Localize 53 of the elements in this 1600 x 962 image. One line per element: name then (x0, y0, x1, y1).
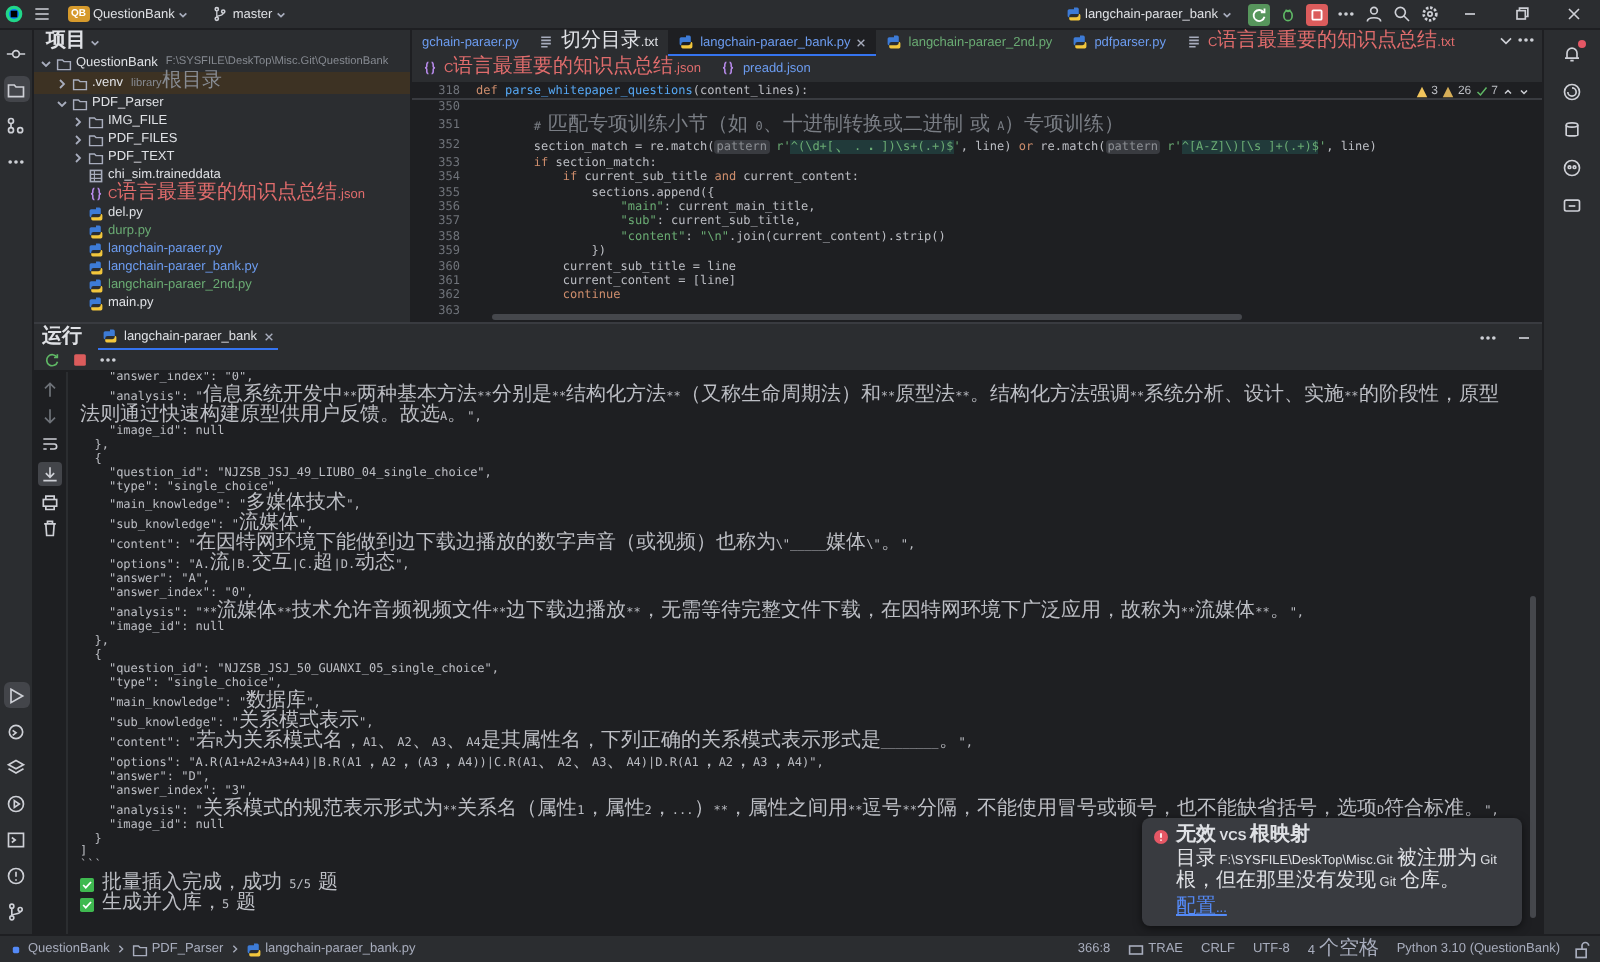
scrollbar-thumb[interactable] (1530, 596, 1536, 918)
stop-button[interactable] (1306, 3, 1328, 25)
checkbox-icon (80, 897, 94, 912)
panel-title[interactable]: 运行 (42, 327, 82, 347)
up-arrow-icon[interactable] (40, 380, 60, 400)
panel-title[interactable]: 项目 (46, 32, 86, 52)
lock-icon[interactable] (1572, 939, 1592, 959)
folder-icon (131, 941, 148, 957)
module-icon (8, 941, 24, 957)
maximize-icon[interactable] (1512, 4, 1532, 24)
chevron-icon (229, 944, 240, 954)
scroll-to-end-button[interactable] (38, 462, 62, 486)
python-file-icon (245, 941, 262, 957)
down-arrow-icon[interactable] (40, 406, 60, 426)
close-icon[interactable] (263, 331, 273, 341)
check-icon[interactable] (1475, 85, 1488, 98)
stop-icon[interactable] (70, 350, 90, 370)
checkbox-icon (80, 877, 94, 892)
app-logo-icon[interactable] (4, 4, 24, 24)
json-file-icon (88, 186, 104, 202)
soft-wrap-button[interactable] (38, 432, 62, 456)
print-icon[interactable] (40, 492, 60, 512)
json-file-icon (720, 60, 737, 76)
branch-icon (212, 6, 229, 22)
rerun-button[interactable] (1248, 3, 1270, 25)
python-file-icon (1065, 6, 1081, 22)
search-icon[interactable] (1392, 4, 1412, 24)
bug-icon[interactable] (1278, 4, 1298, 24)
error-icon (1154, 829, 1168, 843)
python-file-icon (102, 328, 118, 344)
json-file-icon (422, 60, 438, 76)
monitor-icon (1128, 941, 1145, 957)
trash-icon[interactable] (40, 518, 60, 538)
notification-badge (1577, 40, 1585, 48)
data-file-icon (88, 167, 104, 183)
caret-icon (1222, 9, 1232, 19)
chevron-icon (115, 944, 126, 954)
caret-icon (276, 9, 287, 19)
caret-icon (178, 9, 189, 19)
python-file-icon (678, 34, 695, 50)
rerun-icon[interactable] (42, 350, 62, 370)
up-icon[interactable] (1502, 85, 1514, 98)
user-icon[interactable] (1364, 4, 1384, 24)
down-icon[interactable] (1518, 85, 1530, 98)
text-file-icon (538, 34, 555, 50)
close-icon[interactable] (1564, 4, 1584, 24)
python-file-icon (886, 34, 903, 50)
caret-icon[interactable] (90, 37, 100, 47)
menu-icon[interactable] (32, 4, 52, 24)
python-file-icon (1072, 34, 1089, 50)
settings-icon[interactable] (1420, 4, 1440, 24)
text-file-icon (1185, 34, 1202, 50)
close-icon[interactable] (856, 37, 867, 47)
